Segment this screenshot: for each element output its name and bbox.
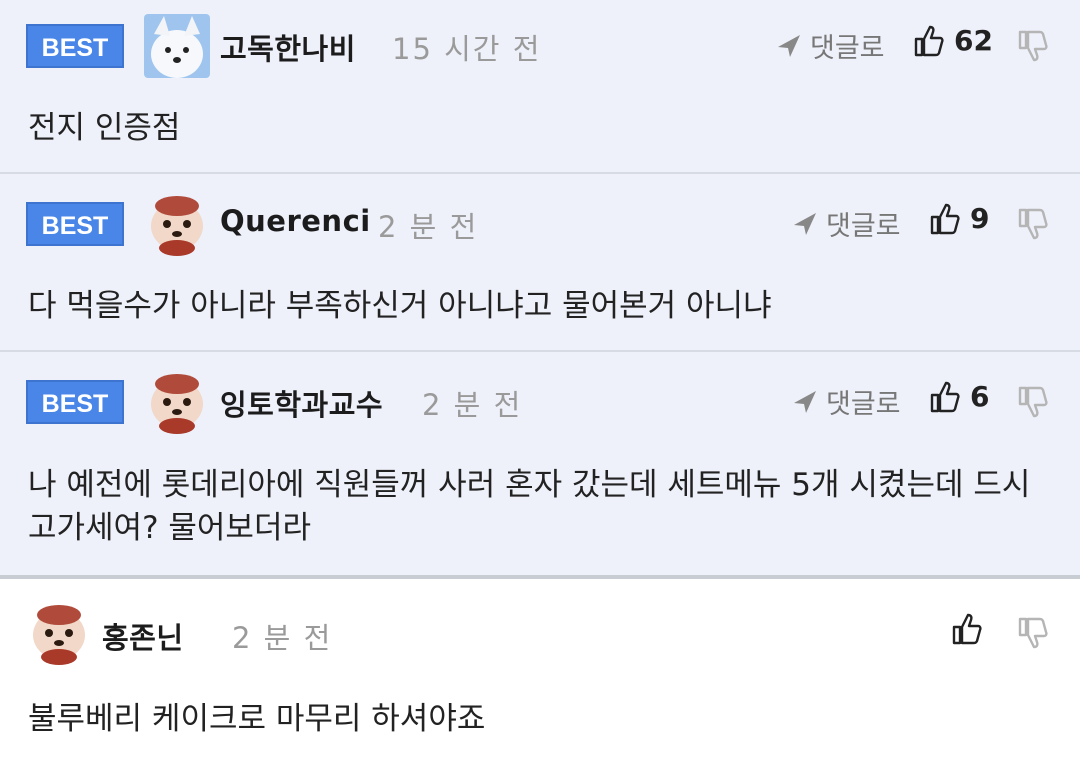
like-button[interactable]: 6 (930, 380, 989, 413)
comment-regular: 홍존닌 2 분 전 불루베리 케이크로 마무리 하셔야죠 (0, 579, 1080, 755)
thumbs-up-icon (930, 381, 960, 412)
timestamp: 2 분 전 (378, 210, 479, 244)
thumbs-down-icon (1018, 208, 1048, 240)
reply-button[interactable]: 댓글로 (776, 26, 885, 65)
avatar[interactable] (144, 370, 210, 434)
timestamp: 15 시간 전 (392, 32, 542, 66)
comment-best-3: BEST 잉토학과교수 2 분 전 댓글로 6 나 예전에 롯데리아에 직원들꺼… (0, 352, 1080, 575)
comment-best-2: BEST Querenci 2 분 전 댓글로 9 다 먹을수가 아니라 부족하… (0, 174, 1080, 350)
reply-label: 댓글로 (826, 389, 901, 420)
like-button[interactable] (952, 613, 982, 645)
dislike-button[interactable] (1018, 386, 1048, 422)
like-button[interactable]: 9 (930, 202, 989, 235)
comment-text: 나 예전에 롯데리아에 직원들꺼 사러 혼자 갔는데 세트메뉴 5개 시켰는데 … (28, 467, 1031, 546)
avatar[interactable] (144, 192, 210, 256)
nickname[interactable]: 잉토학과교수 (220, 382, 383, 424)
thumbs-down-icon (1018, 30, 1048, 62)
timestamp: 2 분 전 (232, 621, 333, 655)
nickname[interactable]: 고독한나비 (220, 26, 356, 68)
like-count: 9 (970, 202, 990, 235)
comment-text: 전지 인증점 (28, 110, 181, 146)
send-arrow-icon (794, 390, 816, 413)
best-badge: BEST (26, 380, 124, 424)
nickname[interactable]: Querenci (220, 204, 371, 238)
reply-label: 댓글로 (826, 211, 901, 242)
dislike-button[interactable] (1018, 617, 1048, 653)
best-badge: BEST (26, 202, 124, 246)
dislike-button[interactable] (1018, 30, 1048, 66)
avatar[interactable] (144, 14, 210, 78)
send-arrow-icon (778, 34, 800, 57)
nickname[interactable]: 홍존닌 (102, 615, 184, 657)
reply-button[interactable]: 댓글로 (792, 204, 901, 243)
dislike-button[interactable] (1018, 208, 1048, 244)
best-badge: BEST (26, 24, 124, 68)
like-count: 6 (970, 380, 990, 413)
like-button[interactable]: 62 (914, 24, 993, 57)
thumbs-up-icon (930, 203, 960, 234)
comment-text: 다 먹을수가 아니라 부족하신거 아니냐고 물어본거 아니냐 (28, 288, 772, 324)
reply-button[interactable]: 댓글로 (792, 382, 901, 421)
reply-label: 댓글로 (810, 33, 885, 64)
thumbs-down-icon (1018, 386, 1048, 418)
timestamp: 2 분 전 (422, 388, 523, 422)
thumbs-down-icon (1018, 617, 1048, 649)
comment-best-1: BEST 고독한나비 15 시간 전 댓글로 62 전지 인증점 (0, 0, 1080, 172)
thumbs-up-icon (952, 613, 982, 645)
avatar[interactable] (26, 601, 92, 665)
like-count: 62 (954, 24, 993, 57)
send-arrow-icon (794, 212, 816, 235)
comment-text: 불루베리 케이크로 마무리 하셔야죠 (28, 701, 486, 737)
thumbs-up-icon (914, 25, 944, 56)
